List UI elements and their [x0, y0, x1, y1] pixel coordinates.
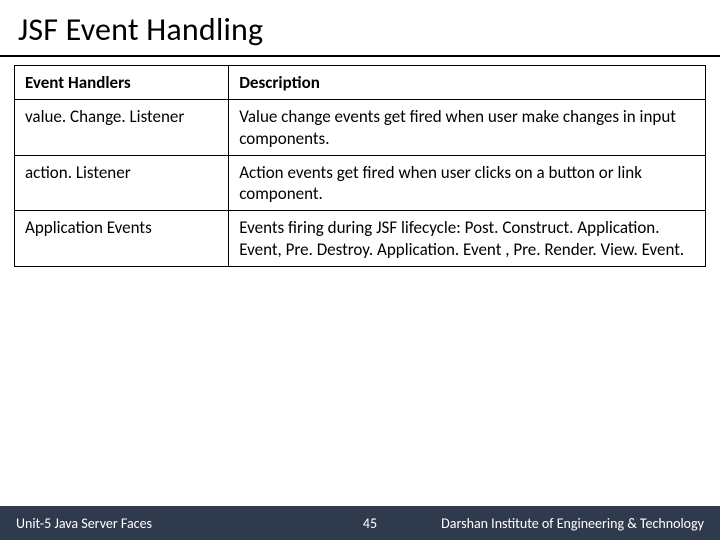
header-event-handlers: Event Handlers: [15, 66, 229, 100]
handler-name: Application Events: [15, 211, 229, 267]
handler-description: Events firing during JSF lifecycle: Post…: [229, 211, 706, 267]
event-handlers-table: Event Handlers Description value. Change…: [14, 65, 706, 267]
table-row: value. Change. Listener Value change eve…: [15, 100, 706, 156]
footer-page-number: 45: [350, 515, 390, 532]
table-header-row: Event Handlers Description: [15, 66, 706, 100]
footer-bar: Unit-5 Java Server Faces 45 Darshan Inst…: [0, 506, 720, 540]
table-row: action. Listener Action events get fired…: [15, 155, 706, 211]
handler-name: value. Change. Listener: [15, 100, 229, 156]
handler-description: Value change events get fired when user …: [229, 100, 706, 156]
page-title: JSF Event Handling: [0, 0, 720, 55]
table-container: Event Handlers Description value. Change…: [0, 57, 720, 267]
footer-institute: Darshan Institute of Engineering & Techn…: [441, 515, 704, 532]
table-row: Application Events Events firing during …: [15, 211, 706, 267]
footer-unit: Unit-5 Java Server Faces: [0, 515, 152, 532]
slide: JSF Event Handling Event Handlers Descri…: [0, 0, 720, 540]
header-description: Description: [229, 66, 706, 100]
handler-description: Action events get fired when user clicks…: [229, 155, 706, 211]
handler-name: action. Listener: [15, 155, 229, 211]
